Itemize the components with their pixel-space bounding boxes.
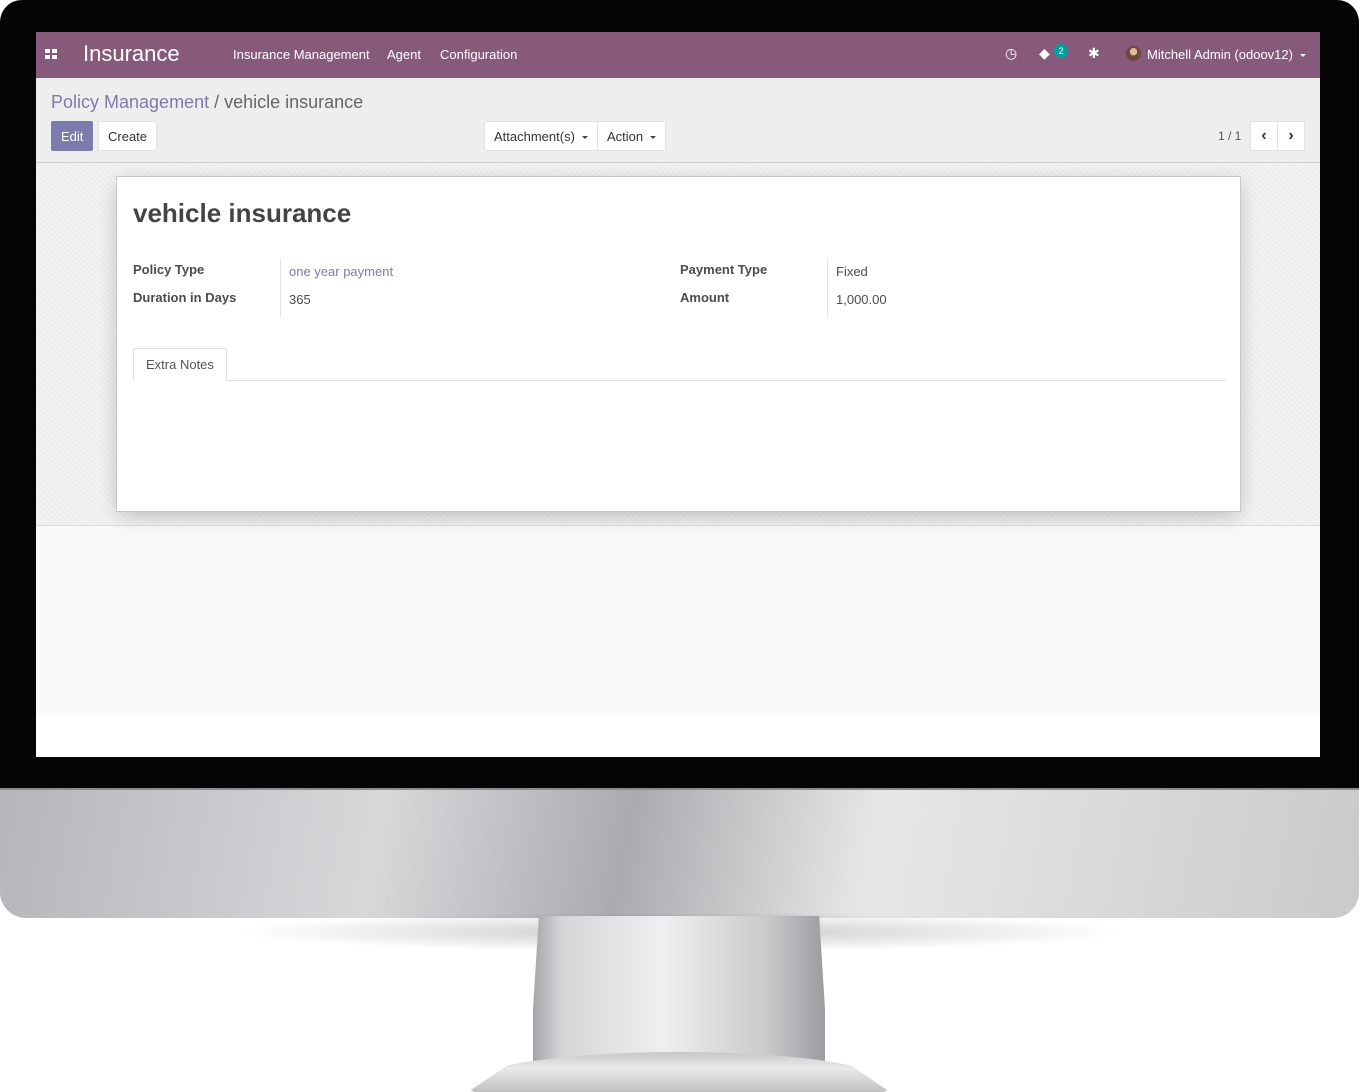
chevron-right-icon[interactable]: › xyxy=(1277,121,1305,151)
action-label: Action xyxy=(607,129,644,144)
duration-value: 365 xyxy=(289,292,311,307)
avatar[interactable] xyxy=(1126,46,1141,61)
breadcrumb: Policy Management / vehicle insurance xyxy=(51,92,363,113)
tab-bar-line xyxy=(133,380,1226,381)
debug-bug-icon[interactable]: ✱ xyxy=(1088,45,1100,62)
action-dropdown[interactable]: Action xyxy=(597,121,667,151)
field-divider xyxy=(827,259,828,317)
breadcrumb-current: vehicle insurance xyxy=(224,92,364,112)
attachments-dropdown[interactable]: Attachment(s) xyxy=(484,121,598,151)
form-sheet: vehicle insurance Policy Type one year p… xyxy=(116,176,1241,512)
duration-label: Duration in Days xyxy=(133,290,237,305)
payment-type-value: Fixed xyxy=(836,264,868,279)
top-navbar: Insurance Insurance Management Agent Con… xyxy=(36,32,1320,78)
menu-agent[interactable]: Agent xyxy=(387,47,421,62)
chevron-left-icon[interactable]: ‹ xyxy=(1250,121,1278,151)
record-title: vehicle insurance xyxy=(133,198,352,228)
create-button[interactable]: Create xyxy=(98,121,158,151)
monitor-stand-neck xyxy=(533,916,825,1066)
caret-down-icon xyxy=(650,136,657,140)
attachments-label: Attachment(s) xyxy=(494,129,575,144)
pager-counter[interactable]: 1 / 1 xyxy=(1218,129,1241,143)
activity-clock-icon[interactable]: ◷ xyxy=(1005,45,1017,62)
menu-configuration[interactable]: Configuration xyxy=(440,47,517,62)
user-menu[interactable]: Mitchell Admin (odoov12) xyxy=(1147,47,1293,62)
monitor-chin xyxy=(0,788,1359,918)
user-caret-icon[interactable] xyxy=(1300,54,1306,57)
chat-count-badge: 2 xyxy=(1054,44,1068,58)
field-divider xyxy=(280,259,281,317)
chat-icon[interactable]: ◆ xyxy=(1039,45,1050,62)
policy-type-link[interactable]: one year payment xyxy=(289,264,393,279)
tab-extra-notes[interactable]: Extra Notes xyxy=(133,348,227,381)
policy-type-label: Policy Type xyxy=(133,262,205,277)
app-brand: Insurance xyxy=(83,41,180,66)
control-panel: Policy Management / vehicle insurance Ed… xyxy=(36,78,1320,163)
payment-type-label: Payment Type xyxy=(680,262,768,277)
breadcrumb-parent[interactable]: Policy Management xyxy=(51,92,209,112)
edit-button[interactable]: Edit xyxy=(51,121,94,151)
screen: Insurance Insurance Management Agent Con… xyxy=(36,32,1320,757)
monitor-stand-base xyxy=(468,1052,890,1092)
amount-value: 1,000.00 xyxy=(836,292,887,307)
menu-insurance-management[interactable]: Insurance Management xyxy=(233,47,370,62)
breadcrumb-separator: / xyxy=(209,92,225,112)
empty-area xyxy=(36,526,1320,714)
apps-grid-icon[interactable] xyxy=(45,49,57,59)
caret-down-icon xyxy=(581,136,588,140)
amount-label: Amount xyxy=(680,290,730,305)
